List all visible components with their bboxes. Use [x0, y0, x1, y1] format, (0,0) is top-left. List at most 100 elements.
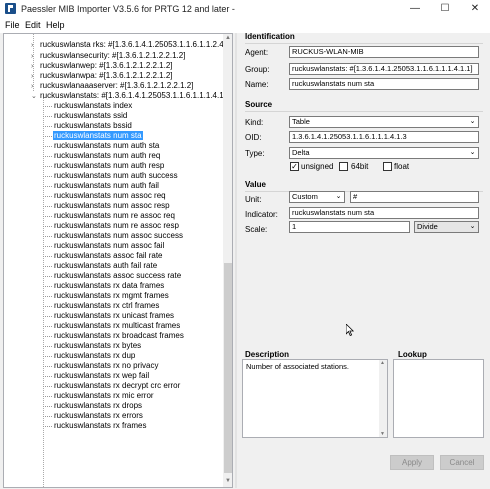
64bit-checkbox[interactable] — [339, 162, 348, 171]
scroll-down-icon[interactable]: ▼ — [380, 431, 385, 437]
unit-select[interactable]: Custom ⌄ — [289, 191, 345, 203]
menu-file[interactable]: File — [5, 20, 20, 30]
chevron-down-icon: ⌄ — [469, 118, 476, 125]
tree-node-leaf[interactable]: ruckuswlanstats rx dup — [43, 351, 136, 361]
oid-field[interactable]: 1.3.6.1.4.1.25053.1.1.6.1.1.1.4.1.3 — [289, 131, 479, 143]
tree-node-parent[interactable]: › ruckuswlansecurity: #[1.3.6.1.2.1.2.2.1… — [31, 51, 186, 61]
description-title: Description — [245, 350, 290, 359]
tree-node-leaf-selected[interactable]: ruckuswlanstats num sta — [43, 131, 143, 141]
agent-label: Agent: — [245, 48, 269, 57]
maximize-button[interactable]: ☐ — [430, 0, 460, 18]
chevron-down-icon: ⌄ — [469, 149, 476, 156]
tree-node-leaf[interactable]: ruckuswlanstats rx drops — [43, 401, 143, 411]
scrollbar-thumb[interactable] — [224, 263, 232, 473]
tree-node-leaf[interactable]: ruckuswlanstats auth fail rate — [43, 261, 158, 271]
name-field[interactable]: ruckuswlanstats num sta — [289, 78, 479, 90]
tree-node-leaf[interactable]: ruckuswlanstats num re assoc req — [43, 211, 176, 221]
tree-node-leaf[interactable]: ruckuswlanstats num auth success — [43, 171, 179, 181]
tree-node-leaf[interactable]: ruckuswlanstats num auth resp — [43, 161, 165, 171]
chevron-down-icon: ⌄ — [335, 193, 342, 200]
cancel-button[interactable]: Cancel — [440, 455, 484, 470]
tree-node-leaf[interactable]: ruckuswlanstats num auth req — [43, 151, 161, 161]
collapse-icon[interactable]: ⌄ — [31, 92, 39, 102]
indicator-field[interactable]: ruckuswlanstats num sta — [289, 207, 479, 219]
type-select[interactable]: Delta ⌄ — [289, 147, 479, 159]
unit-label: Unit: — [245, 195, 262, 204]
description-scrollbar[interactable]: ▲ ▼ — [379, 360, 387, 437]
scroll-up-icon[interactable]: ▲ — [380, 360, 385, 366]
type-label: Type: — [245, 149, 265, 158]
tree-node-leaf[interactable]: ruckuswlanstats rx ctrl frames — [43, 301, 160, 311]
menu-edit[interactable]: Edit — [25, 20, 41, 30]
tree-node-leaf[interactable]: ruckuswlanstats rx broadcast frames — [43, 331, 185, 341]
divider — [245, 111, 483, 112]
custom-unit-field[interactable]: # — [350, 191, 479, 203]
unsigned-checkbox[interactable]: ✓ — [290, 162, 299, 171]
scale-operation-select[interactable]: Divide ⌄ — [414, 221, 479, 233]
kind-select[interactable]: Table ⌄ — [289, 116, 479, 128]
tree-node-leaf[interactable]: ruckuswlanstats assoc success rate — [43, 271, 182, 281]
tree-scrollbar[interactable]: ▲ ▼ — [223, 34, 232, 487]
tree-node-leaf[interactable]: ruckuswlanstats num auth fail — [43, 181, 160, 191]
tree-node-leaf[interactable]: ruckuswlanstats rx errors — [43, 411, 144, 421]
tree-node-leaf[interactable]: ruckuswlanstats num assoc resp — [43, 201, 171, 211]
description-box[interactable]: Number of associated stations. ▲ ▼ — [242, 359, 388, 438]
tree-node-leaf[interactable]: ruckuswlanstats rx wep fail — [43, 371, 150, 381]
divider — [245, 43, 483, 44]
scroll-up-icon[interactable]: ▲ — [223, 35, 232, 43]
mib-tree[interactable]: › ruckuswlansta rks: #[1.3.6.1.4.1.25053.… — [3, 33, 233, 488]
tree-node-leaf[interactable]: ruckuswlanstats num assoc req — [43, 191, 167, 201]
tree-node-leaf[interactable]: ruckuswlanstats rx mic error — [43, 391, 155, 401]
group-field[interactable]: ruckuswlanstats: #[1.3.6.1.4.1.25053.1.1… — [289, 63, 479, 75]
apply-button[interactable]: Apply — [390, 455, 434, 470]
tree-node-leaf[interactable]: ruckuswlanstats num re assoc resp — [43, 221, 180, 231]
tree-node-leaf[interactable]: ruckuswlanstats rx data frames — [43, 281, 165, 291]
mouse-cursor-icon — [346, 324, 354, 336]
value-title: Value — [245, 180, 266, 189]
window-title: Paessler MIB Importer V3.5.6 for PRTG 12… — [21, 4, 235, 14]
identification-title: Identification — [245, 32, 295, 41]
tree-node-leaf[interactable]: ruckuswlanstats rx bytes — [43, 341, 142, 351]
close-button[interactable]: ✕ — [460, 0, 490, 18]
menu-bar: File Edit Help — [0, 18, 490, 33]
tree-node-leaf[interactable]: ruckuswlanstats rx unicast frames — [43, 311, 175, 321]
description-text: Number of associated stations. — [246, 362, 349, 371]
scale-label: Scale: — [245, 225, 268, 234]
scroll-down-icon[interactable]: ▼ — [223, 478, 232, 486]
tree-node-leaf[interactable]: ruckuswlanstats bssid — [43, 121, 133, 131]
chevron-down-icon: ⌄ — [469, 223, 476, 230]
scale-field[interactable]: 1 — [289, 221, 410, 233]
expand-icon[interactable]: › — [31, 41, 39, 51]
tree-node-parent[interactable]: › ruckuswlansta rks: #[1.3.6.1.4.1.25053.… — [31, 40, 232, 51]
tree-node-leaf[interactable]: ruckuswlanstats ssid — [43, 111, 128, 121]
tree-node-leaf[interactable]: ruckuswlanstats rx mgmt frames — [43, 291, 170, 301]
tree-node-parent[interactable]: › ruckuswlanwep: #[1.3.6.1.2.1.2.2.1.2] — [31, 61, 174, 71]
group-label: Group: — [245, 65, 270, 74]
source-title: Source — [245, 100, 273, 109]
lookup-title: Lookup — [398, 350, 427, 359]
unsigned-label: unsigned — [301, 162, 334, 171]
lookup-box[interactable] — [393, 359, 484, 438]
tree-node-leaf[interactable]: ruckuswlanstats num assoc success — [43, 231, 184, 241]
agent-field[interactable]: RUCKUS-WLAN-MIB — [289, 46, 479, 58]
tree-node-leaf[interactable]: ruckuswlanstats rx decrypt crc error — [43, 381, 181, 391]
tree-node-parent[interactable]: ⌄ ruckuswlanstats: #[1.3.6.1.4.1.25053.1.… — [31, 91, 232, 102]
tree-node-leaf[interactable]: ruckuswlanstats rx frames — [43, 421, 147, 431]
tree-node-leaf[interactable]: ruckuswlanstats assoc fail rate — [43, 251, 164, 261]
panel-splitter[interactable] — [235, 33, 237, 488]
tree-node-parent[interactable]: › ruckuswlanwpa: #[1.3.6.1.2.1.2.2.1.2] — [31, 71, 174, 81]
tree-node-leaf[interactable]: ruckuswlanstats index — [43, 101, 133, 111]
indicator-label: Indicator: — [245, 210, 278, 219]
tree-node-leaf[interactable]: ruckuswlanstats num auth sta — [43, 141, 160, 151]
kind-label: Kind: — [245, 118, 264, 127]
title-bar: Paessler MIB Importer V3.5.6 for PRTG 12… — [0, 0, 490, 18]
name-label: Name: — [245, 80, 269, 89]
float-checkbox[interactable] — [383, 162, 392, 171]
minimize-button[interactable]: — — [400, 0, 430, 18]
64bit-label: 64bit — [351, 162, 369, 171]
tree-node-leaf[interactable]: ruckuswlanstats rx no privacy — [43, 361, 159, 371]
tree-node-parent[interactable]: › ruckuswlanaaaserver: #[1.3.6.1.2.1.2.2.… — [31, 81, 194, 91]
tree-node-leaf[interactable]: ruckuswlanstats num assoc fail — [43, 241, 165, 251]
menu-help[interactable]: Help — [46, 20, 65, 30]
tree-node-leaf[interactable]: ruckuswlanstats rx multicast frames — [43, 321, 181, 331]
